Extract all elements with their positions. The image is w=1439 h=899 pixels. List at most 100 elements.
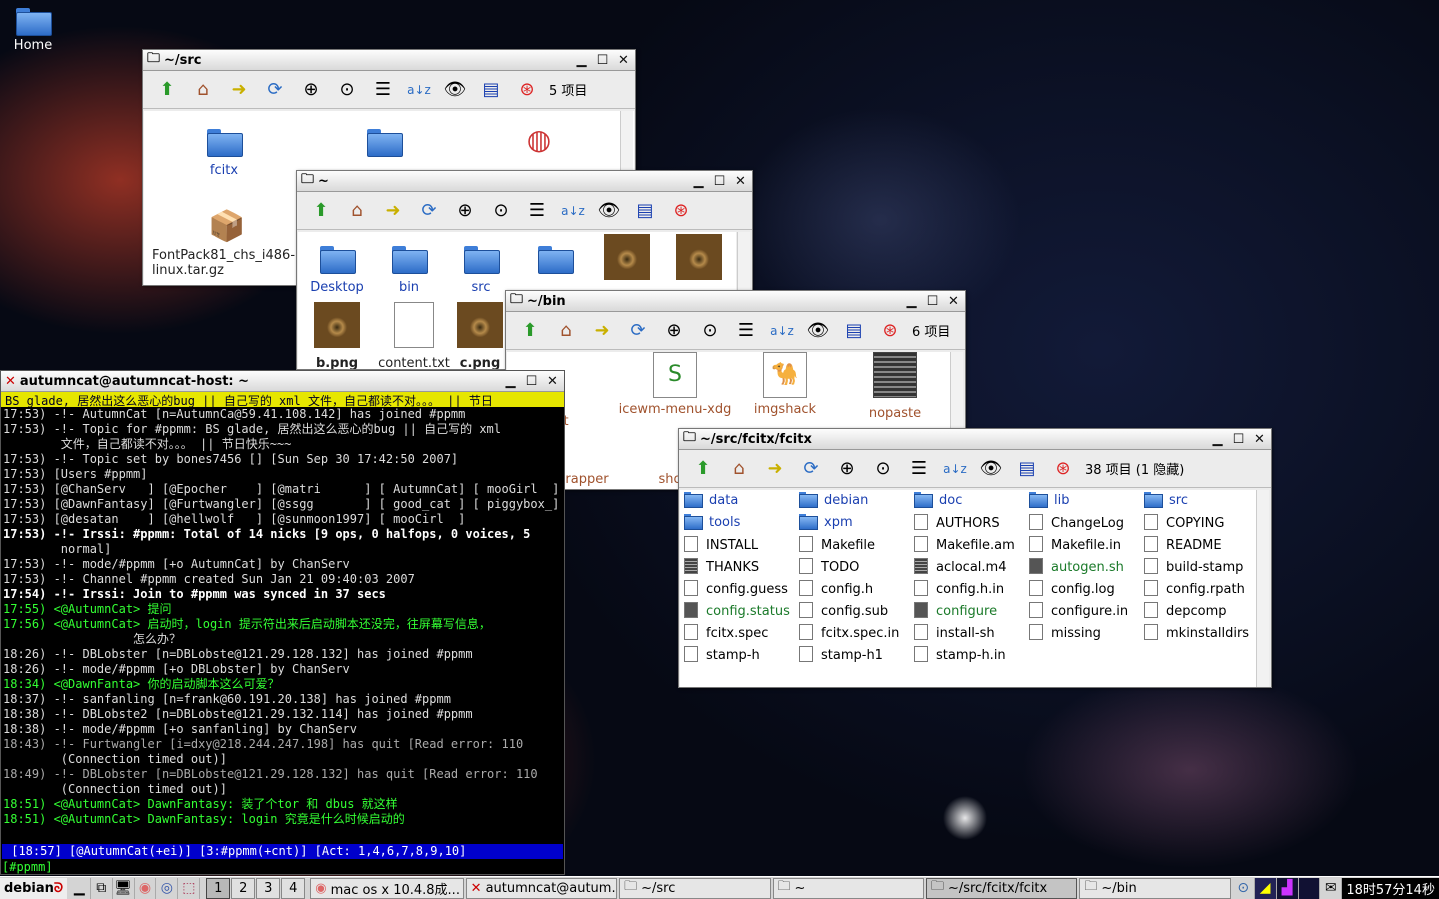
list-view-icon[interactable]: ▤ (473, 75, 509, 105)
home-icon[interactable]: ⌂ (185, 75, 221, 105)
file-item[interactable]: Makefile (799, 536, 875, 553)
workspace-button[interactable]: 4 (281, 877, 306, 899)
list-view-icon[interactable]: ▤ (627, 196, 663, 226)
file-item[interactable]: configure (914, 602, 997, 619)
irssi-prompt[interactable]: [#ppmm] (2, 860, 60, 875)
sort-icon[interactable]: a↓z (764, 316, 800, 346)
file-item[interactable]: mkinstalldirs (1144, 624, 1249, 641)
file-item[interactable]: nopaste (855, 352, 935, 421)
file-item[interactable]: autogen.sh (1029, 558, 1124, 575)
zoom-fit-icon[interactable]: ⊙ (692, 316, 728, 346)
file-item[interactable]: lib (1029, 492, 1069, 508)
file-item[interactable]: doc (914, 492, 962, 508)
minimize-button[interactable]: ▁ (572, 52, 591, 69)
eye-icon[interactable]: 👁 (591, 196, 627, 226)
file-item[interactable]: README (1144, 536, 1222, 553)
minimize-button[interactable]: ▁ (501, 373, 520, 390)
file-item[interactable]: Makefile.am (914, 536, 1015, 553)
close-button[interactable]: ✕ (731, 173, 750, 190)
eye-icon[interactable]: 👁 (437, 75, 473, 105)
goto-icon[interactable]: ➜ (584, 316, 620, 346)
task-firefox[interactable]: ◉ mac os x 10.4.8成... (310, 877, 464, 899)
file-item[interactable]: bin (374, 246, 444, 295)
file-item[interactable]: config.h.in (914, 580, 1004, 597)
eye-icon[interactable]: 👁 (800, 316, 836, 346)
file-item[interactable]: tools (684, 514, 740, 530)
browser-icon[interactable]: ◎ (156, 877, 179, 899)
input-method-icon[interactable]: ⊙ (1233, 877, 1255, 899)
desktop-home-icon[interactable]: Home (10, 8, 56, 53)
show-desktop-icon[interactable]: ▁ (69, 877, 91, 899)
title-bar[interactable]: 🗀 ~/src ▁ ☐ ✕ (143, 50, 635, 71)
file-item[interactable]: COPYING (1144, 514, 1224, 531)
file-item[interactable]: build-stamp (1144, 558, 1243, 575)
title-bar[interactable]: ✕ autumncat@autumncat-host: ~ ▁ ☐ ✕ (1, 371, 564, 392)
image-thumbnail[interactable] (676, 234, 722, 280)
details-view-icon[interactable]: ☰ (728, 316, 764, 346)
home-icon[interactable]: ⌂ (548, 316, 584, 346)
file-item[interactable]: config.rpath (1144, 580, 1245, 597)
zoom-in-icon[interactable]: ⊕ (447, 196, 483, 226)
home-icon[interactable]: ⌂ (339, 196, 375, 226)
file-item[interactable]: src (446, 246, 516, 295)
goto-icon[interactable]: ➜ (375, 196, 411, 226)
file-item[interactable]: S icewm-menu-xdg (615, 352, 735, 417)
file-item[interactable]: missing (1029, 624, 1101, 641)
up-arrow-icon[interactable]: ⬆ (149, 75, 185, 105)
refresh-icon[interactable]: ⟳ (257, 75, 293, 105)
file-item[interactable]: fcitx (184, 129, 264, 178)
file-item[interactable]: config.log (1029, 580, 1115, 597)
task-home[interactable]: 🗀 ~ (772, 877, 924, 899)
file-item[interactable]: debian (799, 492, 868, 508)
file-item[interactable]: stamp-h1 (799, 646, 883, 663)
file-item[interactable]: install-sh (914, 624, 995, 641)
zoom-in-icon[interactable]: ⊕ (656, 316, 692, 346)
close-button[interactable]: ✕ (1250, 431, 1269, 448)
details-view-icon[interactable]: ☰ (365, 75, 401, 105)
file-item[interactable]: Desktop (302, 246, 372, 295)
close-button[interactable]: ✕ (944, 293, 963, 310)
file-item[interactable]: config.status (684, 602, 790, 619)
zoom-fit-icon[interactable]: ⊙ (865, 454, 901, 484)
maximize-button[interactable]: ☐ (522, 373, 541, 390)
file-item[interactable]: AUTHORS (914, 514, 1000, 531)
file-item[interactable]: config.sub (799, 602, 888, 619)
maximize-button[interactable]: ☐ (710, 173, 729, 190)
title-bar[interactable]: 🗀 ~/bin ▁ ☐ ✕ (506, 291, 965, 312)
workspace-button[interactable]: 3 (256, 877, 281, 899)
file-item[interactable]: data (684, 492, 738, 508)
file-item[interactable]: rapper (557, 472, 617, 487)
up-arrow-icon[interactable]: ⬆ (303, 196, 339, 226)
file-item[interactable]: fcitx.spec.in (799, 624, 899, 641)
file-item[interactable]: configure.in (1029, 602, 1128, 619)
details-view-icon[interactable]: ☰ (519, 196, 555, 226)
zoom-fit-icon[interactable]: ⊙ (483, 196, 519, 226)
file-item[interactable]: config.h (799, 580, 873, 597)
refresh-icon[interactable]: ⟳ (411, 196, 447, 226)
firefox-icon[interactable]: ◉ (135, 877, 157, 899)
app-launcher-icon[interactable]: ⬚ (178, 877, 201, 899)
help-icon[interactable]: ⊛ (509, 75, 545, 105)
details-view-icon[interactable]: ☰ (901, 454, 937, 484)
file-item[interactable]: xpm (799, 514, 853, 530)
file-item[interactable]: src (1144, 492, 1188, 508)
close-button[interactable]: ✕ (543, 373, 562, 390)
minimize-button[interactable]: ▁ (1208, 431, 1227, 448)
workspace-button[interactable]: 2 (231, 877, 256, 899)
file-item[interactable]: 📦 FontPack81_chs_i486-linux.tar.gz (152, 209, 302, 278)
minimize-button[interactable]: ▁ (689, 173, 708, 190)
refresh-icon[interactable]: ⟳ (793, 454, 829, 484)
up-arrow-icon[interactable]: ⬆ (512, 316, 548, 346)
refresh-icon[interactable]: ⟳ (620, 316, 656, 346)
zoom-fit-icon[interactable]: ⊙ (329, 75, 365, 105)
task-src[interactable]: 🗀 ~/src (619, 877, 771, 899)
maximize-button[interactable]: ☐ (923, 293, 942, 310)
terminal-window[interactable]: ✕ autumncat@autumncat-host: ~ ▁ ☐ ✕ BS g… (0, 370, 565, 875)
file-item[interactable]: INSTALL (684, 536, 758, 553)
file-item[interactable]: content.txt (374, 302, 454, 369)
volume-icon[interactable]: ◢ (1254, 877, 1277, 899)
file-item[interactable]: stamp-h.in (914, 646, 1006, 663)
up-arrow-icon[interactable]: ⬆ (685, 454, 721, 484)
sort-icon[interactable]: a↓z (401, 75, 437, 105)
title-bar[interactable]: 🗀 ~ ▁ ☐ ✕ (297, 171, 752, 192)
